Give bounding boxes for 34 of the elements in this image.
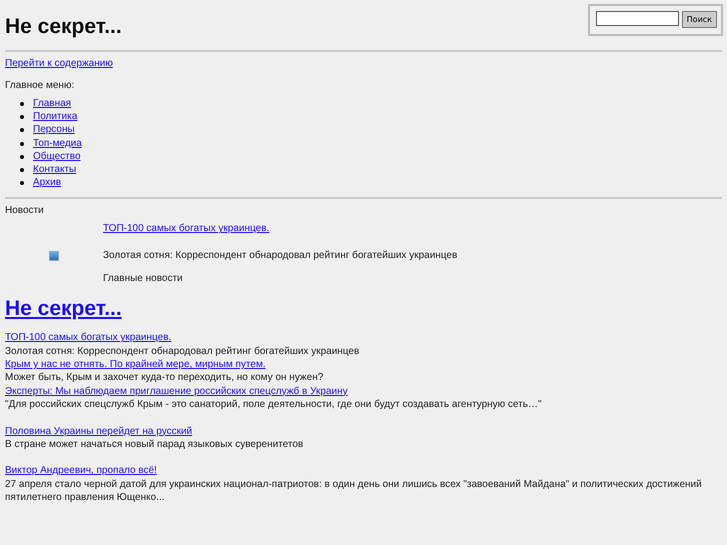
search-button[interactable]: Поиск	[682, 11, 717, 28]
search-field[interactable]	[596, 11, 679, 26]
featured-summary: Золотая сотня: Корреспондент обнародовал рейтинг богатейших украинцев	[103, 250, 458, 262]
news-title-link[interactable]: Половина Украины перейдет на русский	[5, 424, 722, 438]
news-summary: Золотая сотня: Корреспондент обнародовал рейтинг богатейших украинцев	[5, 344, 360, 358]
site-title: Не секрет...	[5, 15, 122, 40]
menu-link[interactable]: Главная	[33, 98, 72, 109]
news-title-link[interactable]: Крым у нас не отнять. По крайней мере, мирным путем.	[5, 358, 722, 372]
news-title-link[interactable]: Виктор Андреевич, пропало всё!	[5, 464, 722, 478]
bullet-icon	[20, 142, 24, 146]
bullet-icon	[20, 128, 24, 132]
menu-link[interactable]: Контакты	[33, 164, 76, 176]
featured-link[interactable]: ТОП-100 самых богатых украинцев.	[103, 223, 270, 234]
news-summary: 27 апреля стало черной датой для украинских национал-патриотов: в один день они лишись всех "завоеваний Майдана" и политических достижений пятилетнего правления Ющенко...	[5, 478, 703, 504]
menu-label: Главное меню:	[5, 80, 76, 93]
bullet-icon	[20, 102, 24, 106]
menu-link[interactable]: Общество	[33, 150, 81, 162]
news-summary: "Для российских спецслужб Крым - это санаторий, поле деятельности, где они будут создавать агентурную сеть…"	[5, 398, 543, 412]
news-summary: Может быть, Крым и захочет куда-то переходить, но кому он нужен?	[5, 371, 324, 385]
menu-link[interactable]: Топ-медиа	[33, 138, 82, 149]
news-title-link[interactable]: ТОП-100 самых богатых украинцев.	[5, 331, 722, 345]
news-title-link[interactable]: Эксперты: Мы наблюдаем приглашение российских спецслужб в Украину	[5, 384, 722, 398]
bullet-icon	[20, 154, 24, 159]
bullet-icon	[20, 168, 24, 172]
skip-link[interactable]: Перейти к содержанию	[5, 58, 113, 69]
menu-link[interactable]: Персоны	[33, 124, 75, 136]
news-label: Новости	[5, 205, 45, 218]
menu-link[interactable]: Архив	[33, 177, 62, 188]
home-link[interactable]: Не секрет...	[5, 297, 122, 320]
bullet-icon	[20, 115, 24, 120]
featured-caption: Главные новости	[103, 273, 183, 284]
news-summary: В стране может начаться новый парад языковых суверенитетов	[5, 438, 304, 452]
bullet-icon	[20, 181, 24, 186]
menu-link[interactable]: Политика	[33, 111, 78, 122]
